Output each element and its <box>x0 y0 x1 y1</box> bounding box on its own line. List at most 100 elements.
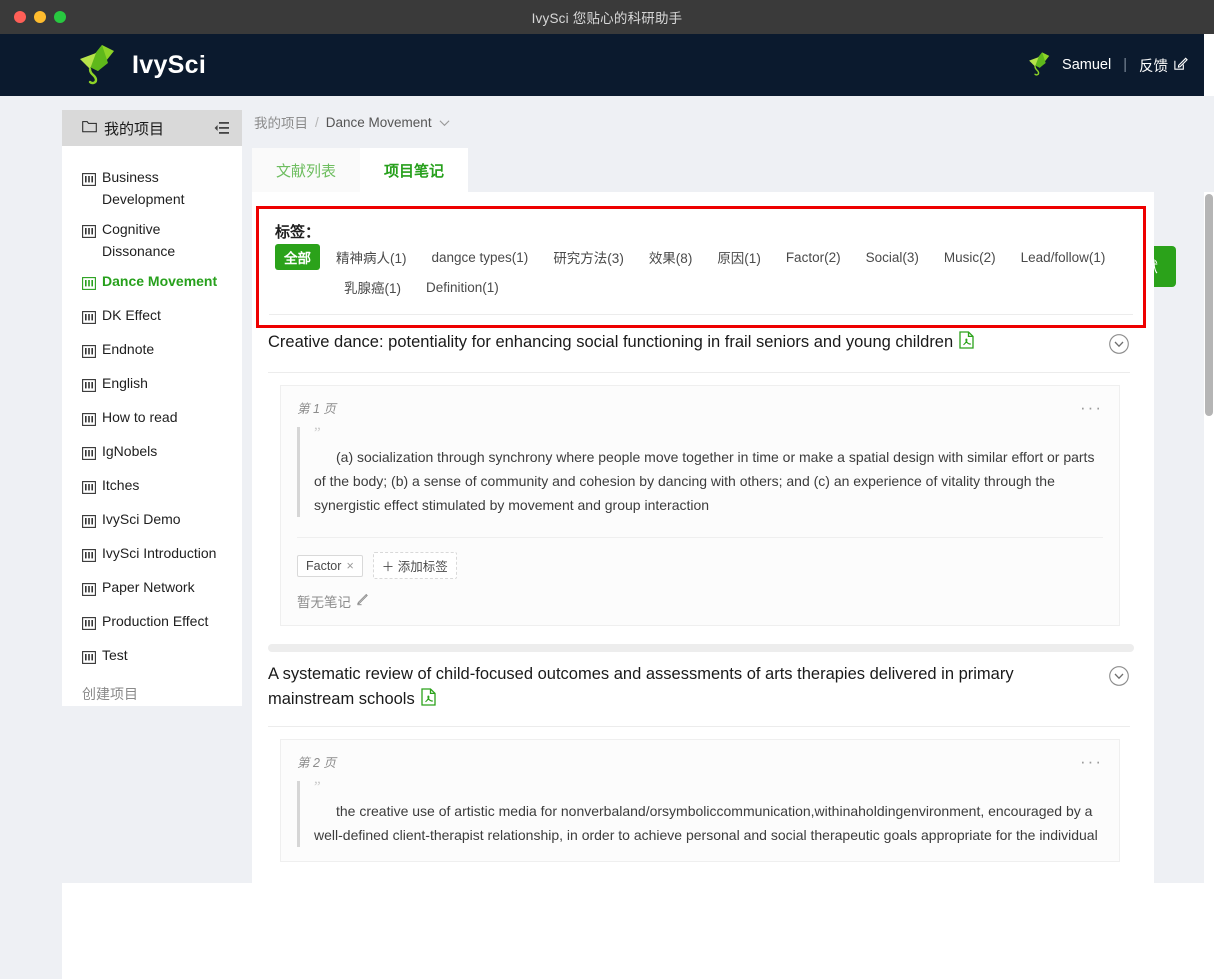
sidebar-item-label: IvySci Demo <box>102 511 181 527</box>
minimize-window-button[interactable] <box>34 11 46 23</box>
sidebar-item-label: Endnote <box>102 341 155 357</box>
tag-filter-item[interactable]: 精神病人(1) <box>327 244 416 270</box>
app-header: IvySci Samuel | 反馈 <box>0 34 1204 96</box>
tag-filter-item[interactable]: 原因(1) <box>708 244 770 270</box>
brand[interactable]: IvySci <box>72 41 206 90</box>
tag-filter-item[interactable]: 乳腺癌(1) <box>335 274 410 300</box>
sidebar-item-label: Paper Network <box>102 579 195 595</box>
sidebar-item-endnote[interactable]: Endnote <box>62 334 242 368</box>
note-card: 第 1 页 ··· ” (a) socialization through synch… <box>280 385 1120 626</box>
note-tag-label: Factor <box>306 558 342 573</box>
tag-filter-item[interactable]: 全部 <box>275 244 320 270</box>
project-icon <box>82 546 96 568</box>
paper-title-row: Creative dance: potentiality for enhanci… <box>268 320 1130 372</box>
paper-note-block: Creative dance: potentiality for enhanci… <box>256 320 1146 626</box>
sidebar-item-label: How to read <box>102 409 178 425</box>
sidebar-header: 我的项目 <box>62 110 242 146</box>
note-tag-row: Factor × ＋ 添加标签 <box>297 537 1103 579</box>
ivysci-leaf-logo-icon <box>72 41 118 90</box>
sidebar-item-dk-effect[interactable]: DK Effect <box>62 300 242 334</box>
tab-literature-list[interactable]: 文献列表 <box>252 148 361 192</box>
project-icon <box>82 444 96 466</box>
sidebar-item-label: Business Development <box>102 169 185 207</box>
quote-body: ” the creative use of artistic media for … <box>300 779 1103 847</box>
paper-title-row: A systematic review of child-focused out… <box>268 652 1130 726</box>
sidebar-item-label: Itches <box>102 477 140 493</box>
project-icon <box>82 410 96 432</box>
paper-title-text: Creative dance: potentiality for enhanci… <box>268 333 954 351</box>
chevron-down-circle-icon[interactable] <box>1108 330 1130 360</box>
window-title: IvySci 您贴心的科研助手 <box>531 11 683 26</box>
sidebar-item-paper-network[interactable]: Paper Network <box>62 572 242 606</box>
maximize-window-button[interactable] <box>54 11 66 23</box>
note-page-label: 第 1 页 <box>297 402 336 416</box>
sidebar-item-dance-movement[interactable]: Dance Movement <box>62 266 242 300</box>
pdf-file-icon[interactable] <box>421 688 436 714</box>
tab-project-notes[interactable]: 项目笔记 <box>360 148 469 192</box>
tag-filter-item[interactable]: Definition(1) <box>417 277 508 298</box>
sidebar-item-how-to-read[interactable]: How to read <box>62 402 242 436</box>
note-page-label: 第 2 页 <box>297 756 336 770</box>
close-icon[interactable]: × <box>346 559 353 573</box>
paper-horizontal-scrollbar[interactable] <box>268 644 1134 652</box>
ellipsis-icon[interactable]: ··· <box>1080 753 1103 770</box>
quote-text: the creative use of artistic media for n… <box>314 803 1098 843</box>
tag-filter-item[interactable]: 效果(8) <box>640 244 702 270</box>
tag-filter-item[interactable]: dangce types(1) <box>423 247 538 268</box>
tag-filter-item[interactable]: Social(3) <box>857 247 928 268</box>
empty-note-label: 暂无笔记 <box>297 595 351 610</box>
quote-mark: ” <box>314 425 321 441</box>
pencil-icon[interactable] <box>356 593 369 609</box>
folder-icon <box>82 120 97 137</box>
quote-text: (a) socialization through synchrony wher… <box>314 449 1095 513</box>
paper-title[interactable]: Creative dance: potentiality for enhanci… <box>268 330 974 357</box>
quote-body: ” (a) socialization through synchrony whe… <box>300 425 1103 517</box>
tag-filter-item[interactable]: Factor(2) <box>777 247 850 268</box>
left-gutter <box>0 192 62 979</box>
project-icon <box>82 648 96 670</box>
tag-filter-row-2: 乳腺癌(1) Definition(1) <box>269 272 1133 302</box>
sidebar-item-business-development[interactable]: Business Development <box>62 162 242 214</box>
tag-filter-item[interactable]: Lead/follow(1) <box>1012 247 1115 268</box>
project-icon <box>82 342 96 364</box>
chevron-down-circle-icon[interactable] <box>1108 662 1130 692</box>
sidebar-item-production-effect[interactable]: Production Effect <box>62 606 242 640</box>
project-icon <box>82 170 96 192</box>
sidebar: 我的项目 Business Development Cognitive Disso… <box>62 110 242 706</box>
sidebar-item-ignobels[interactable]: IgNobels <box>62 436 242 470</box>
sidebar-item-ivysci-demo[interactable]: IvySci Demo <box>62 504 242 538</box>
tag-filter-item[interactable]: Music(2) <box>935 247 1005 268</box>
note-tag-chip[interactable]: Factor × <box>297 554 363 577</box>
main-area: 我的项目 / Dance Movement 文献列表项目笔记 导入文献 标签： … <box>242 96 1204 883</box>
quote-mark: ” <box>314 779 321 795</box>
user-name[interactable]: Samuel <box>1062 57 1111 73</box>
pdf-file-icon[interactable] <box>959 331 974 357</box>
tag-filter-divider <box>269 314 1133 315</box>
sidebar-item-english[interactable]: English <box>62 368 242 402</box>
project-icon <box>82 614 96 636</box>
chevron-down-icon[interactable] <box>439 115 450 130</box>
add-tag-button[interactable]: ＋ 添加标签 <box>372 552 457 579</box>
tag-filter-item[interactable]: 研究方法(3) <box>544 244 633 270</box>
page-vertical-scrollbar-thumb[interactable] <box>1205 194 1213 416</box>
sidebar-item-cognitive-dissonance[interactable]: Cognitive Dissonance <box>62 214 242 266</box>
collapse-panel-icon[interactable] <box>214 121 230 135</box>
empty-note-row[interactable]: 暂无笔记 <box>297 591 1103 611</box>
create-project-button[interactable]: 创建项目 <box>62 674 242 714</box>
sidebar-item-test[interactable]: Test <box>62 640 242 674</box>
paper-title-text: A systematic review of child-focused out… <box>268 665 1014 708</box>
project-icon <box>82 376 96 398</box>
feedback-button[interactable]: 反馈 <box>1139 55 1188 76</box>
breadcrumb-current[interactable]: Dance Movement <box>326 115 432 130</box>
edit-square-icon <box>1173 56 1188 75</box>
traffic-lights <box>14 11 66 23</box>
sidebar-item-label: Cognitive Dissonance <box>102 221 176 259</box>
tag-filter-row-1: 标签： 全部 精神病人(1) dangce types(1) 研究方法(3) 效果(8)… <box>269 221 1133 272</box>
sidebar-item-ivysci-introduction[interactable]: IvySci Introduction <box>62 538 242 572</box>
paper-title[interactable]: A systematic review of child-focused out… <box>268 662 1068 714</box>
sidebar-item-itches[interactable]: Itches <box>62 470 242 504</box>
ellipsis-icon[interactable]: ··· <box>1080 399 1103 416</box>
close-window-button[interactable] <box>14 11 26 23</box>
breadcrumb: 我的项目 / Dance Movement <box>242 96 1204 132</box>
breadcrumb-root[interactable]: 我的项目 <box>254 112 308 132</box>
